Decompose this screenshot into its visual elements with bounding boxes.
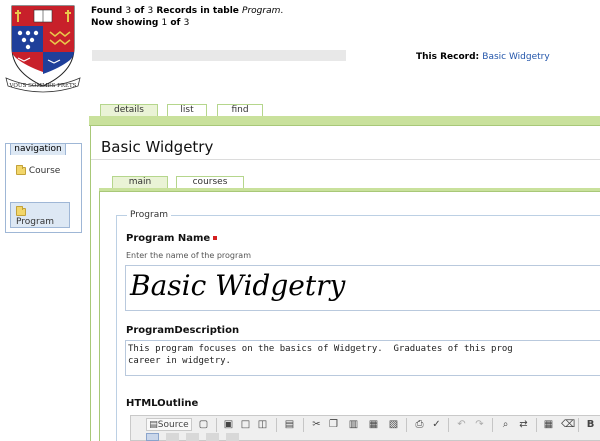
crest-motto: VOUS SOMMES PRETS [9,83,77,89]
tab-strip [89,116,600,126]
current-record-label: This Record: Basic Widgetry [416,52,550,62]
new-page-icon[interactable]: ▢ [197,418,210,431]
record-count-info: Found 3 of 3 Records in table Program. N… [91,5,283,29]
toolbar-separator [448,418,449,432]
toolbar-button[interactable] [166,433,179,441]
subtab-main[interactable]: main [112,176,168,188]
redo-icon[interactable]: ↷ [473,418,486,431]
program-name-value: Basic Widgetry [130,269,346,302]
paste-html-icon[interactable]: ▧ [387,418,400,431]
outline-label: HTMLOutline [126,398,199,409]
replace-icon[interactable]: ⇄ [517,418,530,431]
folder-icon [16,164,26,175]
find-icon[interactable]: ⌕ [499,418,512,431]
paste-word-icon[interactable]: ▦ [367,418,380,431]
toolbar-separator [536,418,537,432]
found-line: Found 3 of 3 Records in table Program. [91,6,284,16]
undo-icon[interactable]: ↶ [455,418,468,431]
bold-icon[interactable]: B [584,418,597,431]
tab-details[interactable]: details [100,104,158,116]
program-name-label: Program Name [126,233,218,244]
nav-item-course[interactable]: Course [16,164,60,176]
copy-icon[interactable]: ❐ [327,418,340,431]
required-marker [213,236,218,240]
paste-icon[interactable]: ▥ [347,418,360,431]
spellcheck-icon[interactable]: ✓ [430,418,443,431]
toolbar-separator [578,418,579,432]
page-title: Basic Widgetry [101,138,214,156]
showing-line: Now showing 1 of 3 [91,18,190,28]
print-icon[interactable]: ⎙ [413,418,426,431]
save-icon[interactable]: ▣ [222,418,235,431]
table-name: Program [242,6,281,16]
navigation-title: navigation [10,143,66,155]
school-crest-logo: VOUS SOMMES PRETS [5,5,81,93]
title-divider [91,159,600,160]
format-button[interactable] [146,433,159,441]
toolbar-button[interactable] [206,433,219,441]
toolbar-separator [216,418,217,432]
toolbar-separator [406,418,407,432]
template-icon[interactable]: □ [239,418,252,431]
description-label: ProgramDescription [126,325,240,336]
current-record-link[interactable]: Basic Widgetry [482,52,549,62]
toolbar-separator [276,418,277,432]
status-bar-placeholder [92,50,346,61]
remove-format-icon[interactable]: ⌫ [560,418,575,431]
source-button[interactable]: ▤Source [146,418,192,431]
tab-find[interactable]: find [217,104,263,116]
toolbar-button[interactable] [226,433,239,441]
program-name-hint: Enter the name of the program [126,251,251,260]
preview-icon[interactable]: ◫ [256,418,269,431]
subtab-courses[interactable]: courses [176,176,244,188]
nav-item-program[interactable]: Program [10,202,70,228]
folder-icon [16,205,26,216]
description-value: This program focuses on the basics of Wi… [128,344,513,366]
source-icon: ▤ [149,420,158,430]
cut-icon[interactable]: ✂ [310,418,323,431]
fieldset-legend: Program [127,210,171,220]
toolbar-separator [303,418,304,432]
select-all-icon[interactable]: ▦ [542,418,555,431]
paste-text-icon[interactable]: ▤ [283,418,296,431]
toolbar-separator [492,418,493,432]
tab-list[interactable]: list [167,104,207,116]
toolbar-button[interactable] [186,433,199,441]
